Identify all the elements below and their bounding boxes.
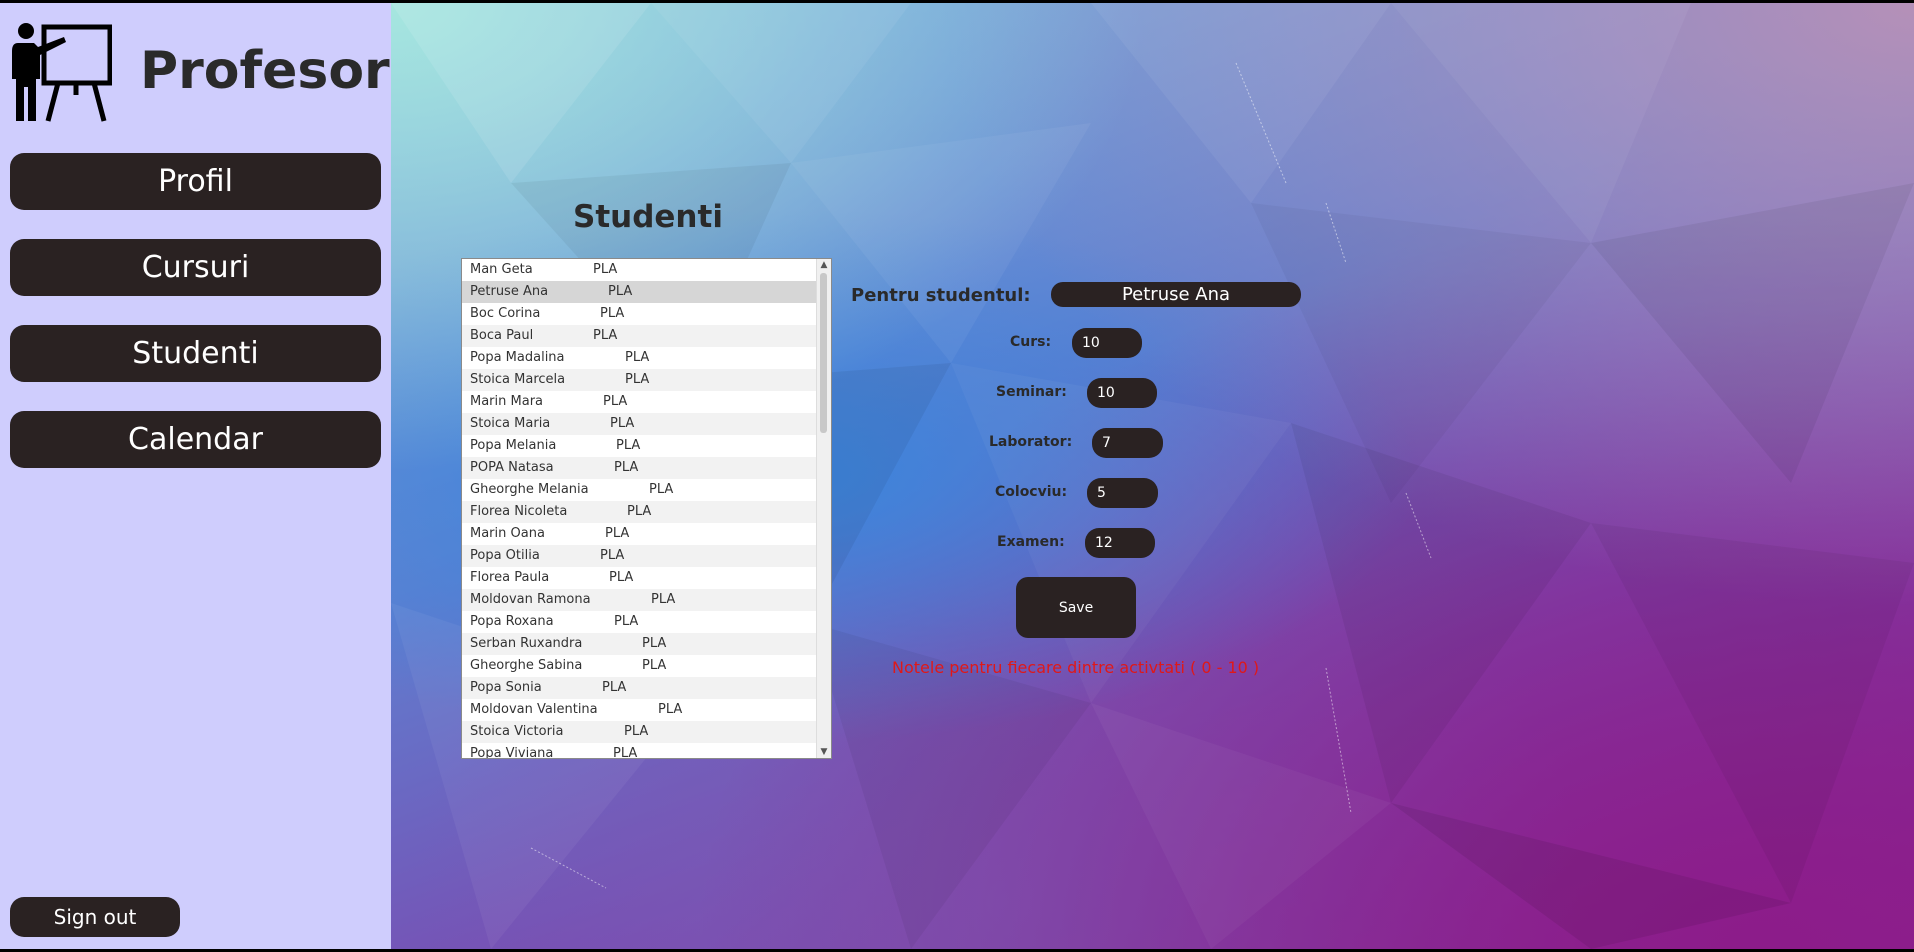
laborator-label: Laborator: xyxy=(989,434,1073,450)
seminar-grade-input[interactable]: 10 xyxy=(1087,378,1157,408)
student-group: PLA xyxy=(624,724,649,739)
student-row[interactable]: Moldovan Valentina PLA xyxy=(462,699,817,721)
student-name: Boca Paul xyxy=(470,328,534,343)
student-name: Moldovan Valentina xyxy=(470,702,598,717)
student-name: Popa Madalina xyxy=(470,350,565,365)
student-row[interactable]: Popa Otilia PLA xyxy=(462,545,817,567)
student-name: Serban Ruxandra xyxy=(470,636,583,651)
student-row[interactable]: Popa Sonia PLA xyxy=(462,677,817,699)
student-group: PLA xyxy=(651,592,676,607)
colocviu-grade-input[interactable]: 5 xyxy=(1087,478,1158,508)
student-name: Florea Nicoleta xyxy=(470,504,568,519)
student-group: PLA xyxy=(649,482,674,497)
student-group: PLA xyxy=(613,746,638,758)
student-row[interactable]: Gheorghe Melania PLA xyxy=(462,479,817,501)
teacher-board-icon xyxy=(12,23,112,122)
scroll-up-icon[interactable]: ▲ xyxy=(817,259,831,271)
student-name: Popa Melania xyxy=(470,438,557,453)
student-group: PLA xyxy=(642,636,667,651)
curs-label: Curs: xyxy=(1010,334,1052,350)
student-name: Gheorghe Melania xyxy=(470,482,589,497)
student-name: Petruse Ana xyxy=(470,284,549,299)
colocviu-label: Colocviu: xyxy=(995,484,1068,500)
sidebar: Profesor Profil Cursuri Studenti Calenda… xyxy=(0,3,391,949)
students-title: Studenti xyxy=(573,199,723,235)
sign-out-button[interactable]: Sign out xyxy=(10,897,180,937)
scroll-thumb[interactable] xyxy=(820,273,827,433)
app-window: Profesor Profil Cursuri Studenti Calenda… xyxy=(0,3,1914,949)
student-group: PLA xyxy=(614,460,639,475)
student-name: Stoica Victoria xyxy=(470,724,564,739)
nav-calendar-button[interactable]: Calendar xyxy=(10,411,381,468)
student-name: Man Geta xyxy=(470,262,533,277)
nav-profil-button[interactable]: Profil xyxy=(10,153,381,210)
student-name: Marin Mara xyxy=(470,394,544,409)
student-name: Moldovan Ramona xyxy=(470,592,591,607)
student-row[interactable]: Popa Madalina PLA xyxy=(462,347,817,369)
student-group: PLA xyxy=(605,526,630,541)
student-group: PLA xyxy=(625,350,650,365)
student-group: PLA xyxy=(625,372,650,387)
student-group: PLA xyxy=(602,680,627,695)
student-name: Stoica Marcela xyxy=(470,372,566,387)
student-name: Popa Roxana xyxy=(470,614,554,629)
seminar-label: Seminar: xyxy=(996,384,1067,400)
student-group: PLA xyxy=(616,438,641,453)
student-row[interactable]: Moldovan Ramona PLA xyxy=(462,589,817,611)
student-name: POPA Natasa xyxy=(470,460,554,475)
student-name: Florea Paula xyxy=(470,570,550,585)
student-name: Marin Oana xyxy=(470,526,545,541)
save-button[interactable]: Save xyxy=(1016,577,1136,638)
selected-student-field: Petruse Ana xyxy=(1051,282,1301,307)
student-row[interactable]: Man Geta PLA xyxy=(462,259,817,281)
students-list-scrollbar[interactable]: ▲ ▼ xyxy=(816,259,831,758)
examen-label: Examen: xyxy=(997,534,1065,550)
student-name: Gheorghe Sabina xyxy=(470,658,583,673)
scroll-down-icon[interactable]: ▼ xyxy=(817,746,831,758)
nav-studenti-button[interactable]: Studenti xyxy=(10,325,381,382)
student-label: Pentru studentul: xyxy=(851,285,1031,306)
student-row[interactable]: Boc Corina PLA xyxy=(462,303,817,325)
student-row[interactable]: Stoica Victoria PLA xyxy=(462,721,817,743)
student-row[interactable]: Boca Paul PLA xyxy=(462,325,817,347)
student-group: PLA xyxy=(627,504,652,519)
examen-grade-input[interactable]: 12 xyxy=(1085,528,1155,558)
student-row[interactable]: Popa Roxana PLA xyxy=(462,611,817,633)
student-name: Popa Sonia xyxy=(470,680,542,695)
student-group: PLA xyxy=(608,284,633,299)
students-list-rows: Man Geta PLA Petruse Ana PLA Boc Corina PLA Bo… xyxy=(462,259,817,758)
student-row[interactable]: POPA Natasa PLA xyxy=(462,457,817,479)
student-name: Stoica Maria xyxy=(470,416,551,431)
student-row[interactable]: Popa Viviana PLA xyxy=(462,743,817,758)
student-row[interactable]: Gheorghe Sabina PLA xyxy=(462,655,817,677)
curs-grade-input[interactable]: 10 xyxy=(1072,328,1142,358)
student-group: PLA xyxy=(614,614,639,629)
student-row[interactable]: Stoica Marcela PLA xyxy=(462,369,817,391)
student-group: PLA xyxy=(642,658,667,673)
student-group: PLA xyxy=(610,416,635,431)
student-group: PLA xyxy=(593,262,618,277)
student-name: Popa Viviana xyxy=(470,746,554,758)
grades-hint: Notele pentru fiecare dintre activtati (… xyxy=(892,658,1260,677)
nav-cursuri-button[interactable]: Cursuri xyxy=(10,239,381,296)
student-row[interactable]: Marin Mara PLA xyxy=(462,391,817,413)
app-title: Profesor xyxy=(140,41,390,101)
student-row[interactable]: Florea Paula PLA xyxy=(462,567,817,589)
student-row[interactable]: Stoica Maria PLA xyxy=(462,413,817,435)
student-row[interactable]: Popa Melania PLA xyxy=(462,435,817,457)
student-group: PLA xyxy=(600,306,625,321)
student-group: PLA xyxy=(609,570,634,585)
laborator-grade-input[interactable]: 7 xyxy=(1092,428,1163,458)
student-group: PLA xyxy=(603,394,628,409)
student-row[interactable]: Serban Ruxandra PLA xyxy=(462,633,817,655)
student-name: Boc Corina xyxy=(470,306,541,321)
students-list[interactable]: Man Geta PLA Petruse Ana PLA Boc Corina PLA Bo… xyxy=(461,258,832,759)
student-name: Popa Otilia xyxy=(470,548,540,563)
student-group: PLA xyxy=(600,548,625,563)
student-row[interactable]: Petruse Ana PLA xyxy=(462,281,817,303)
student-row[interactable]: Florea Nicoleta PLA xyxy=(462,501,817,523)
student-row[interactable]: Marin Oana PLA xyxy=(462,523,817,545)
student-group: PLA xyxy=(593,328,618,343)
student-group: PLA xyxy=(658,702,683,717)
